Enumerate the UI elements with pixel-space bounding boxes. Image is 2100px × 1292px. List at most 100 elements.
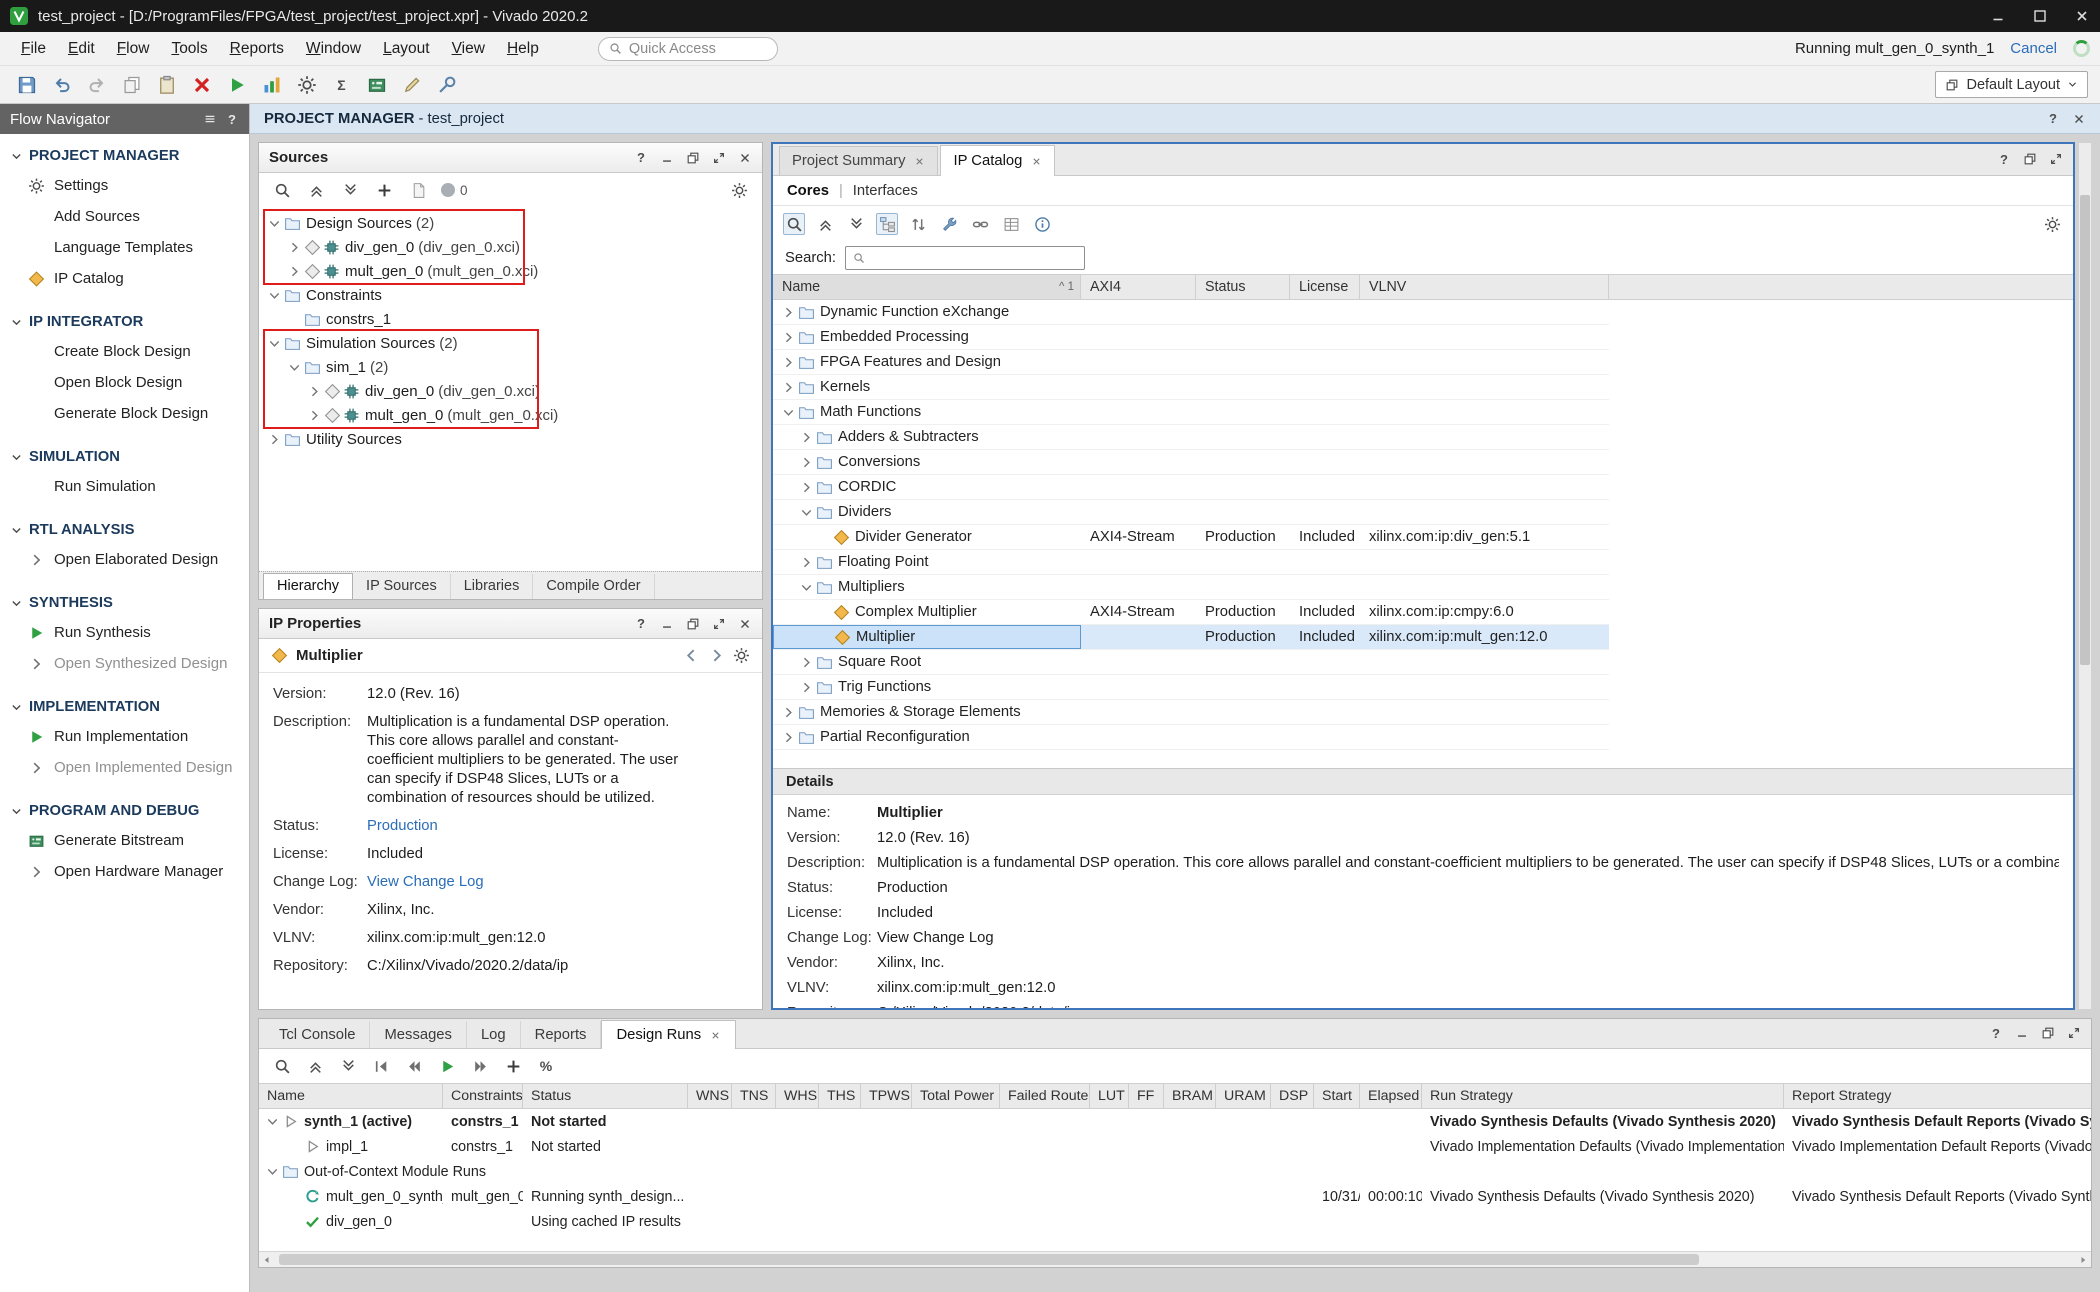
maximize-panel-icon[interactable] — [712, 617, 726, 631]
chev-r-icon[interactable] — [781, 730, 796, 745]
horizontal-scrollbar[interactable] — [259, 1251, 2091, 1267]
runs-column-lut[interactable]: LUT — [1090, 1084, 1129, 1108]
runs-column-name[interactable]: Name — [259, 1084, 443, 1108]
float-panel-icon[interactable] — [686, 151, 700, 165]
catalog-search-button[interactable] — [783, 213, 805, 235]
catalog-hierarchy-button[interactable] — [876, 213, 898, 235]
sources-tree-row-div-gen-0[interactable]: div_gen_0 (div_gen_0.xci) — [259, 379, 762, 403]
minimize-window-icon[interactable] — [1990, 8, 2006, 24]
sources-settings-button[interactable] — [728, 179, 750, 201]
sources-tree-row-sim-1[interactable]: sim_1 (2) — [259, 355, 762, 379]
toolbar-abort-button[interactable] — [187, 70, 216, 99]
catalog-column-status[interactable]: Status — [1196, 275, 1290, 299]
cancel-run-link[interactable]: Cancel — [2010, 40, 2057, 57]
tab-tcl-console[interactable]: Tcl Console — [265, 1021, 370, 1048]
back-icon[interactable] — [683, 647, 700, 664]
chev-r-icon[interactable] — [799, 455, 814, 470]
sources-file-button[interactable] — [407, 179, 429, 201]
ip-property-value-change-log[interactable]: View Change Log — [367, 873, 748, 892]
menu-layout[interactable]: Layout — [372, 35, 441, 63]
runs-first-button[interactable] — [370, 1055, 392, 1077]
catalog-wrench-button[interactable] — [938, 213, 960, 235]
float-panel-icon[interactable] — [2023, 152, 2037, 166]
sources-tab-ip-sources[interactable]: IP Sources — [353, 574, 451, 599]
help-icon[interactable]: ? — [225, 112, 239, 126]
help-icon[interactable]: ? — [1989, 1026, 2003, 1040]
menu-edit[interactable]: Edit — [57, 35, 106, 63]
close-panel-icon[interactable] — [738, 151, 752, 165]
runs-row-synth-1-active[interactable]: synth_1 (active)constrs_1Not startedViva… — [259, 1109, 2091, 1134]
flow-section-header-implementation[interactable]: IMPLEMENTATION — [0, 693, 249, 721]
close-icon[interactable] — [1031, 156, 1042, 167]
sources-tree-row-div-gen-0[interactable]: div_gen_0 (div_gen_0.xci) — [259, 235, 762, 259]
ip-property-value-status[interactable]: Production — [367, 817, 748, 836]
flow-item-open-synthesized-design[interactable]: Open Synthesized Design — [0, 648, 249, 679]
float-panel-icon[interactable] — [2041, 1026, 2055, 1040]
close-icon[interactable] — [710, 1030, 721, 1041]
sources-tree-row-utility-sources[interactable]: Utility Sources — [259, 427, 762, 451]
vertical-scrollbar-thumb[interactable] — [2080, 195, 2090, 665]
toolbar-undo-button[interactable] — [47, 70, 76, 99]
flow-item-run-implementation[interactable]: Run Implementation — [0, 721, 249, 752]
runs-collapse-all-button[interactable] — [304, 1055, 326, 1077]
catalog-row-embedded-processing[interactable]: Embedded Processing — [773, 325, 1609, 350]
toolbar-paste-button[interactable] — [152, 70, 181, 99]
toolbar-probe-button[interactable] — [432, 70, 461, 99]
runs-column-constraints[interactable]: Constraints — [443, 1084, 523, 1108]
runs-column-whs[interactable]: WHS — [776, 1084, 819, 1108]
layout-selector[interactable]: Default Layout — [1935, 71, 2088, 98]
close-panel-icon[interactable] — [738, 617, 752, 631]
toolbar-play-button[interactable] — [222, 70, 251, 99]
flow-item-settings[interactable]: Settings — [0, 170, 249, 201]
toolbar-redo-button[interactable] — [82, 70, 111, 99]
flow-item-create-block-design[interactable]: Create Block Design — [0, 336, 249, 367]
help-icon[interactable]: ? — [1997, 152, 2011, 166]
flow-item-open-implemented-design[interactable]: Open Implemented Design — [0, 752, 249, 783]
menu-reports[interactable]: Reports — [219, 35, 295, 63]
catalog-row-complex-multiplier[interactable]: Complex MultiplierAXI4-StreamProductionI… — [773, 600, 1609, 625]
help-icon[interactable]: ? — [2046, 112, 2060, 126]
runs-column-run-strategy[interactable]: Run Strategy — [1422, 1084, 1784, 1108]
sources-add-button[interactable] — [373, 179, 395, 201]
scroll-left-icon[interactable] — [259, 1252, 275, 1267]
menu-tools[interactable]: Tools — [160, 35, 218, 63]
catalog-expand-all-button[interactable] — [845, 213, 867, 235]
tab-reports[interactable]: Reports — [521, 1021, 602, 1048]
runs-percent-button[interactable]: % — [535, 1055, 557, 1077]
tab-project-summary[interactable]: Project Summary — [779, 146, 938, 175]
toolbar-report-button[interactable] — [257, 70, 286, 99]
catalog-table-button[interactable] — [1000, 213, 1022, 235]
flow-section-header-program-and-debug[interactable]: PROGRAM AND DEBUG — [0, 797, 249, 825]
runs-row-mult-gen-0-synth-1[interactable]: mult_gen_0_synth_1mult_gen_0Running synt… — [259, 1184, 2091, 1209]
chev-d-icon[interactable] — [799, 505, 814, 520]
catalog-row-kernels[interactable]: Kernels — [773, 375, 1609, 400]
tab-ip-catalog[interactable]: IP Catalog — [940, 145, 1055, 176]
catalog-row-math-functions[interactable]: Math Functions — [773, 400, 1609, 425]
subtab-cores[interactable]: Cores — [787, 183, 829, 199]
catalog-column-vlnv[interactable]: VLNV — [1360, 275, 1609, 299]
menu-flow[interactable]: Flow — [106, 35, 161, 63]
subtab-interfaces[interactable]: Interfaces — [853, 183, 918, 199]
runs-play-button[interactable] — [436, 1055, 458, 1077]
chev-d-icon[interactable] — [265, 1164, 280, 1179]
runs-row-div-gen-0[interactable]: div_gen_0Using cached IP results — [259, 1209, 2091, 1234]
catalog-row-multiplier[interactable]: MultiplierProductionIncludedxilinx.com:i… — [773, 625, 1609, 650]
runs-column-tpws[interactable]: TPWS — [861, 1084, 912, 1108]
toolbar-edit-button[interactable] — [397, 70, 426, 99]
vertical-scrollbar[interactable] — [2078, 142, 2092, 1010]
flow-item-generate-bitstream[interactable]: Generate Bitstream — [0, 825, 249, 856]
runs-expand-all-button[interactable] — [337, 1055, 359, 1077]
menu-view[interactable]: View — [441, 35, 496, 63]
help-icon[interactable]: ? — [634, 617, 648, 631]
flow-item-open-elaborated-design[interactable]: Open Elaborated Design — [0, 544, 249, 575]
tab-design-runs[interactable]: Design Runs — [601, 1020, 736, 1049]
sources-tree-row-constrs-1[interactable]: constrs_1 — [259, 307, 762, 331]
flow-section-header-project-manager[interactable]: PROJECT MANAGER — [0, 142, 249, 170]
sources-tab-compile-order[interactable]: Compile Order — [533, 574, 654, 599]
minimize-panel-icon[interactable] — [2015, 1026, 2029, 1040]
forward-icon[interactable] — [708, 647, 725, 664]
runs-column-tns[interactable]: TNS — [732, 1084, 776, 1108]
chev-r-icon[interactable] — [799, 680, 814, 695]
sources-tree-row-constraints[interactable]: Constraints — [259, 283, 762, 307]
chev-r-icon[interactable] — [307, 384, 322, 399]
